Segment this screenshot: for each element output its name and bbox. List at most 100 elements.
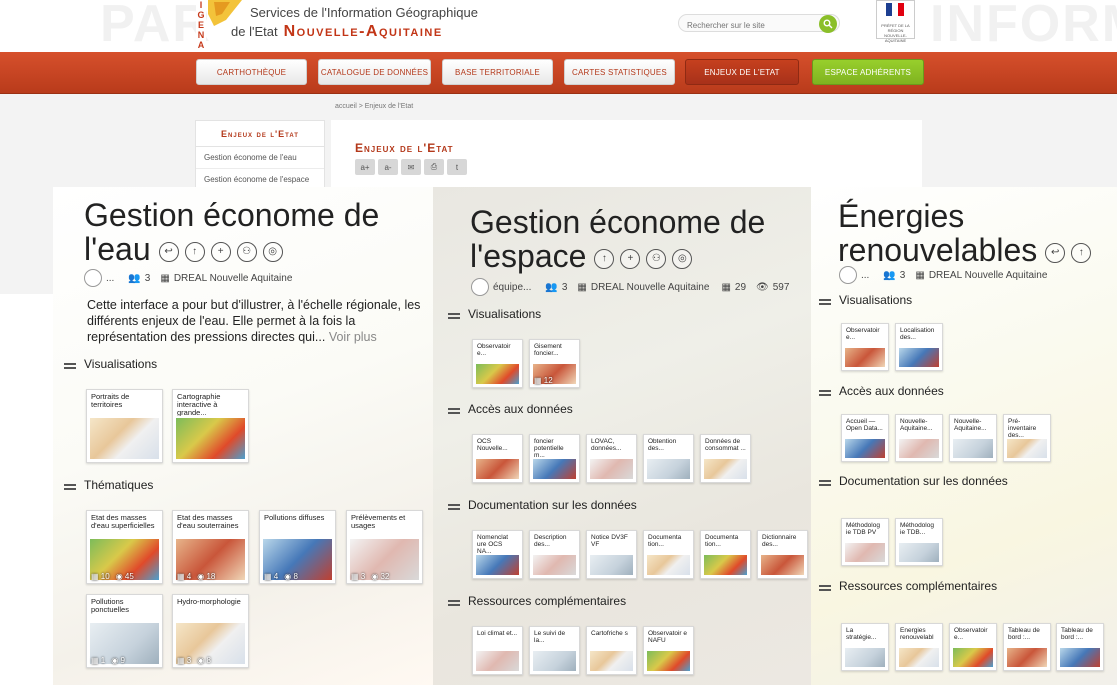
- card-title: Observatoir e NAFU: [648, 630, 688, 644]
- nav-cartes-statistiques[interactable]: Cartes statistiques: [564, 59, 675, 85]
- resource-card[interactable]: Pollutions diffuses ▦ 4 ◉ 8: [259, 510, 336, 584]
- section-ressources[interactable]: Ressources complémentaires: [819, 579, 997, 593]
- resource-card[interactable]: Observatoir e NAFU: [643, 626, 694, 675]
- nav-base-territoriale[interactable]: Base territoriale: [442, 59, 553, 85]
- section-thematiques[interactable]: Thématiques: [64, 478, 153, 492]
- resource-card[interactable]: Pollutions ponctuelles ▦ 1 ◉ 9: [86, 594, 163, 668]
- resource-card[interactable]: Nouvelle-Aquitaine...: [949, 414, 997, 462]
- resource-card[interactable]: Nouvelle-Aquitaine...: [895, 414, 943, 462]
- sidebar-item-eau[interactable]: Gestion économe de l'eau: [196, 147, 324, 169]
- resource-card[interactable]: Gisement foncier... ▦ 12: [529, 339, 580, 388]
- resource-card[interactable]: Obtention des...: [643, 434, 694, 483]
- card-title: Localisation des...: [900, 327, 935, 341]
- section-documentation[interactable]: Documentation sur les données: [448, 498, 637, 512]
- panel-title-line2: l'eau: [84, 231, 151, 267]
- print-button[interactable]: ⎙: [424, 159, 444, 175]
- resource-card[interactable]: Observatoir e...: [949, 623, 997, 671]
- resource-card[interactable]: Tableau de bord :...: [1003, 623, 1051, 671]
- resource-card[interactable]: Localisation des...: [895, 323, 943, 371]
- font-increase-button[interactable]: a+: [355, 159, 375, 175]
- org-name[interactable]: DREAL Nouvelle Aquitaine: [929, 270, 1048, 281]
- resource-card[interactable]: Dictionnaire des...: [757, 530, 808, 579]
- author: équipe...: [493, 281, 532, 293]
- resource-card[interactable]: Portraits de territoires: [86, 389, 163, 463]
- card-thumbnail: [845, 648, 885, 667]
- search-input[interactable]: [679, 17, 809, 34]
- nav-catalogue[interactable]: Catalogue de données: [318, 59, 431, 85]
- resource-card[interactable]: foncier potentielle m...: [529, 434, 580, 483]
- broadcast-icon[interactable]: +: [210, 241, 231, 262]
- section-documentation[interactable]: Documentation sur les données: [819, 474, 1008, 488]
- resource-card[interactable]: Documenta tion...: [700, 530, 751, 579]
- resource-card[interactable]: Observatoir e...: [472, 339, 523, 388]
- resource-card[interactable]: Energies renouvelabl: [895, 623, 943, 671]
- section-visualisations[interactable]: Visualisations: [64, 357, 157, 371]
- up-icon[interactable]: ↑: [1071, 242, 1092, 263]
- resource-card[interactable]: Nomenclat ure OCS NA...: [472, 530, 523, 579]
- resource-card[interactable]: Etat des masses d'eau souterraines ▦ 4 ◉ 1…: [172, 510, 249, 584]
- card-title: Cartographie interactive à grande...: [177, 392, 221, 417]
- nav-cartotheque[interactable]: Carthothèque: [196, 59, 307, 85]
- card-title: Gisement foncier...: [534, 343, 562, 357]
- resource-card[interactable]: Le suivi de la...: [529, 626, 580, 675]
- resource-card[interactable]: La stratégie...: [841, 623, 889, 671]
- section-visualisations[interactable]: Visualisations: [448, 307, 541, 321]
- card-title: Etat des masses d'eau superficielles: [91, 513, 155, 530]
- resource-card[interactable]: Méthodolog ie TDB PV: [841, 518, 889, 566]
- card-thumbnail: [647, 555, 690, 575]
- section-ressources[interactable]: Ressources complémentaires: [448, 594, 626, 608]
- card-thumbnail: [761, 555, 804, 575]
- users-icon[interactable]: ⚇: [236, 241, 257, 262]
- target-icon[interactable]: ◎: [262, 241, 283, 262]
- resource-card[interactable]: Hydro-morphologie ▦ 3 ◉ 8: [172, 594, 249, 668]
- email-button[interactable]: ✉: [401, 159, 421, 175]
- avatar[interactable]: [839, 266, 857, 284]
- resource-card[interactable]: Cartographie interactive à grande...: [172, 389, 249, 463]
- back-icon[interactable]: ↩: [158, 241, 179, 262]
- back-icon[interactable]: ↩: [1045, 242, 1066, 263]
- voir-plus-link[interactable]: Voir plus: [329, 330, 377, 344]
- site-title-line1: Services de l'Information Géographique: [250, 5, 478, 20]
- font-decrease-button[interactable]: a-: [378, 159, 398, 175]
- section-visualisations[interactable]: Visualisations: [819, 293, 912, 307]
- card-thumbnail: [476, 555, 519, 575]
- users-icon[interactable]: ⚇: [646, 248, 667, 269]
- org-name[interactable]: DREAL Nouvelle Aquitaine: [591, 282, 710, 293]
- section-acces-donnees[interactable]: Accès aux données: [819, 384, 944, 398]
- resource-card[interactable]: Loi climat et...: [472, 626, 523, 675]
- resource-card[interactable]: LOVAC, données...: [586, 434, 637, 483]
- section-label: Visualisations: [468, 307, 542, 321]
- resource-card[interactable]: Accueil — Open Data...: [841, 414, 889, 462]
- section-acces-donnees[interactable]: Accès aux données: [448, 402, 573, 416]
- resource-card[interactable]: Méthodolog ie TDB...: [895, 518, 943, 566]
- resource-card[interactable]: Pré-inventaire des...: [1003, 414, 1051, 462]
- collapse-icon: [64, 363, 76, 368]
- nav-espace-adherents[interactable]: Espace adhérents: [812, 59, 924, 85]
- resource-card[interactable]: Description des...: [529, 530, 580, 579]
- collapse-icon: [819, 299, 831, 304]
- resource-card[interactable]: Données de consommat ...: [700, 434, 751, 483]
- breadcrumb[interactable]: accueil > Enjeux de l'Etat: [335, 103, 413, 110]
- org-name[interactable]: DREAL Nouvelle Aquitaine: [174, 273, 293, 284]
- up-icon[interactable]: ↑: [594, 248, 615, 269]
- resource-card[interactable]: Documenta tion...: [643, 530, 694, 579]
- avatar[interactable]: [84, 269, 102, 287]
- twitter-button[interactable]: t: [447, 159, 467, 175]
- broadcast-icon[interactable]: +: [620, 248, 641, 269]
- resource-card[interactable]: Tableau de bord :...: [1056, 623, 1104, 671]
- card-thumbnail: [845, 543, 885, 562]
- nav-enjeux[interactable]: Enjeux de l'Etat: [685, 59, 799, 85]
- resource-card[interactable]: Prélèvements et usages ▦ 3 ◉ 32: [346, 510, 423, 584]
- resource-card[interactable]: Etat des masses d'eau superficielles ▦ 10…: [86, 510, 163, 584]
- resource-card[interactable]: Observatoir e...: [841, 323, 889, 371]
- resource-card[interactable]: OCS Nouvelle...: [472, 434, 523, 483]
- resource-card[interactable]: Notice DV3F VF: [586, 530, 637, 579]
- target-icon[interactable]: ◎: [672, 248, 693, 269]
- card-stats: ▦ 3 ◉ 32: [351, 572, 389, 581]
- card-title: LOVAC, données...: [591, 438, 622, 452]
- resource-card[interactable]: Cartofriche s: [586, 626, 637, 675]
- up-icon[interactable]: ↑: [184, 241, 205, 262]
- search-button[interactable]: [819, 15, 837, 33]
- avatar[interactable]: [471, 278, 489, 296]
- toolbar: a+ a- ✉ ⎙ t: [355, 159, 467, 175]
